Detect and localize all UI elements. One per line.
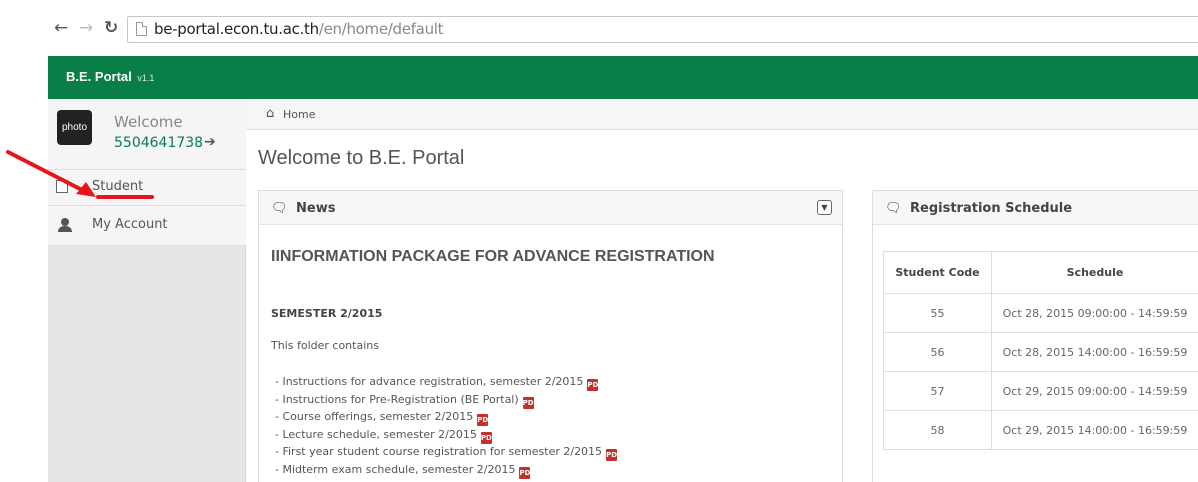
news-semester: SEMESTER 2/2015 xyxy=(271,307,383,320)
table-row: 55 Oct 28, 2015 09:00:00 - 14:59:59 xyxy=(883,293,1198,333)
home-icon[interactable]: ⌂ xyxy=(266,106,274,121)
table-cell: Oct 28, 2015 09:00:00 - 14:59:59 xyxy=(991,293,1198,333)
comment-icon: 🗨 xyxy=(885,201,902,216)
list-item-label[interactable]: - Midterm exam schedule, semester 2/2015 xyxy=(275,463,515,476)
news-panel: 🗨 News ▼ IINFORMATION PACKAGE FOR ADVANC… xyxy=(258,190,843,482)
main-content: ⌂ Home Welcome to B.E. Portal 🗨 News ▼ I… xyxy=(246,99,1198,482)
sidebar-item-label: My Account xyxy=(92,217,168,232)
collapse-toggle-icon[interactable]: ▼ xyxy=(817,200,832,215)
pdf-icon[interactable]: PDF xyxy=(587,379,603,391)
user-icon xyxy=(58,218,72,232)
page-title: Welcome to B.E. Portal xyxy=(258,147,465,169)
comment-icon: 🗨 xyxy=(271,201,288,216)
pdf-icon[interactable]: PDF xyxy=(522,396,538,409)
list-item[interactable]: - Instructions for advance registration,… xyxy=(275,373,617,391)
table-row: 57 Oct 29, 2015 09:00:00 - 14:59:59 xyxy=(883,371,1198,411)
user-id[interactable]: 5504641738 xyxy=(114,135,203,151)
url-text[interactable]: be-portal.econ.tu.ac.th/en/home/default xyxy=(154,20,444,38)
brand-name: B.E. Portal xyxy=(66,69,132,84)
list-item[interactable]: - First year student course registration… xyxy=(275,443,622,461)
list-item-label[interactable]: - First year student course registration… xyxy=(275,445,602,458)
sidebar-item-student[interactable]: Student xyxy=(48,170,246,206)
news-file-list: - Instructions for advance registration,… xyxy=(275,373,622,479)
news-panel-title: News xyxy=(296,201,336,216)
welcome-label: Welcome xyxy=(114,113,183,131)
list-item-label[interactable]: - Instructions for advance registration,… xyxy=(275,375,583,388)
table-cell: Oct 29, 2015 14:00:00 - 16:59:59 xyxy=(991,410,1198,450)
forward-arrow-icon[interactable]: → xyxy=(79,20,93,37)
table-cell: 55 xyxy=(883,293,992,333)
registration-panel: 🗨 Registration Schedule Student Code Sch… xyxy=(872,190,1198,482)
table-row: 58 Oct 29, 2015 14:00:00 - 16:59:59 xyxy=(883,410,1198,450)
url-path: /en/home/default xyxy=(318,20,444,38)
news-headline: IINFORMATION PACKAGE FOR ADVANCE REGISTR… xyxy=(271,248,715,265)
table-cell: Oct 29, 2015 09:00:00 - 14:59:59 xyxy=(991,371,1198,411)
sidebar-item-my-account[interactable]: My Account xyxy=(48,206,246,246)
registration-panel-title: Registration Schedule xyxy=(910,201,1073,216)
table-header-row: Student Code Schedule xyxy=(883,251,1198,294)
list-item-label[interactable]: - Lecture schedule, semester 2/2015 xyxy=(275,428,477,441)
app-header: B.E. Portal v1.1 xyxy=(48,56,1198,99)
table-cell: Oct 28, 2015 14:00:00 - 16:59:59 xyxy=(991,332,1198,372)
brand-version: v1.1 xyxy=(137,73,155,83)
pdf-icon[interactable]: PDF xyxy=(606,449,622,461)
sidebar: photo Welcome 5504641738 ➔ Student My Ac… xyxy=(48,99,246,482)
table-cell: 58 xyxy=(883,410,992,450)
news-panel-header: 🗨 News ▼ xyxy=(259,191,842,225)
list-item-label[interactable]: - Instructions for Pre-Registration (BE … xyxy=(275,393,519,406)
address-bar[interactable]: be-portal.econ.tu.ac.th/en/home/default xyxy=(127,16,1198,43)
browser-toolbar: ← → ↻ be-portal.econ.tu.ac.th/en/home/de… xyxy=(0,0,1198,48)
breadcrumb-home[interactable]: Home xyxy=(283,108,315,121)
list-item[interactable]: - Midterm exam schedule, semester 2/2015… xyxy=(275,461,617,479)
registration-panel-header: 🗨 Registration Schedule xyxy=(873,191,1198,225)
back-arrow-icon[interactable]: ← xyxy=(54,20,68,37)
list-item[interactable]: - Instructions for Pre-Registration (BE … xyxy=(275,391,617,409)
brand-logo[interactable]: B.E. Portal v1.1 xyxy=(66,69,154,84)
avatar: photo xyxy=(57,110,92,145)
column-header: Schedule xyxy=(991,251,1198,294)
pdf-icon[interactable]: PDF xyxy=(519,466,535,479)
sidebar-item-label: Student xyxy=(92,179,144,194)
table-cell: 57 xyxy=(883,371,992,411)
url-host: be-portal.econ.tu.ac.th xyxy=(154,20,319,38)
user-box: photo Welcome 5504641738 ➔ xyxy=(48,99,246,170)
table-row: 56 Oct 28, 2015 14:00:00 - 16:59:59 xyxy=(883,332,1198,372)
logout-arrow-icon[interactable]: ➔ xyxy=(204,134,216,150)
page-icon xyxy=(136,22,147,36)
column-header: Student Code xyxy=(883,251,992,294)
table-cell: 56 xyxy=(883,332,992,372)
list-item[interactable]: - Course offerings, semester 2/2015 PDF xyxy=(275,408,617,426)
news-intro: This folder contains xyxy=(271,339,379,352)
reload-icon[interactable]: ↻ xyxy=(104,20,118,37)
registration-table: Student Code Schedule 55 Oct 28, 2015 09:… xyxy=(883,251,1198,450)
pdf-icon[interactable]: PDF xyxy=(477,414,493,426)
breadcrumb: ⌂ Home xyxy=(246,99,1198,130)
document-icon xyxy=(56,180,68,193)
list-item-label[interactable]: - Course offerings, semester 2/2015 xyxy=(275,410,473,423)
list-item[interactable]: - Lecture schedule, semester 2/2015 PDF xyxy=(275,426,617,444)
pdf-icon[interactable]: PDF xyxy=(480,431,497,444)
